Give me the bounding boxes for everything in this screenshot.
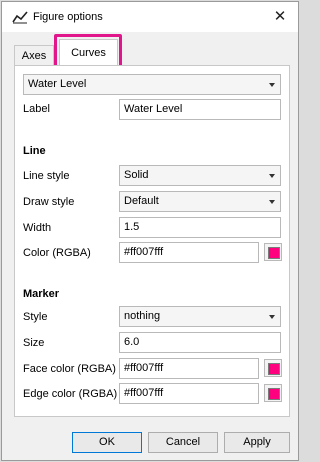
color-swatch bbox=[268, 247, 280, 259]
chevron-down-icon bbox=[269, 174, 275, 178]
marker-size-input[interactable]: 6.0 bbox=[119, 332, 281, 353]
figure-options-dialog: Figure options ✕ Axes Curves Water Level… bbox=[1, 1, 299, 461]
color-swatch bbox=[268, 388, 280, 400]
edge-color-input[interactable]: #ff007fff bbox=[119, 383, 259, 404]
edge-color-swatch-button[interactable] bbox=[264, 384, 282, 402]
label-input[interactable]: Water Level bbox=[119, 99, 281, 120]
draw-style-select[interactable]: Default bbox=[119, 191, 281, 212]
face-color-input[interactable]: #ff007fff bbox=[119, 358, 259, 379]
width-value: 1.5 bbox=[124, 221, 140, 233]
curves-panel: Water Level Label Water Level Line Line … bbox=[14, 65, 290, 417]
title-bar: Figure options ✕ bbox=[2, 2, 298, 32]
ok-button[interactable]: OK bbox=[72, 432, 142, 453]
draw-style-value: Default bbox=[124, 195, 159, 207]
line-color-label: Color (RGBA) bbox=[23, 247, 91, 259]
chevron-down-icon bbox=[269, 83, 275, 87]
width-input[interactable]: 1.5 bbox=[119, 217, 281, 238]
line-style-label: Line style bbox=[23, 170, 70, 182]
chart-line-icon bbox=[12, 11, 28, 24]
face-color-value: #ff007fff bbox=[124, 362, 164, 374]
draw-style-label: Draw style bbox=[23, 196, 75, 208]
close-icon: ✕ bbox=[273, 8, 287, 25]
edge-color-value: #ff007fff bbox=[124, 387, 164, 399]
edge-color-label: Edge color (RGBA) bbox=[23, 388, 118, 400]
marker-style-label: Style bbox=[23, 311, 48, 323]
label-input-value: Water Level bbox=[124, 103, 183, 115]
chevron-down-icon bbox=[269, 200, 275, 204]
marker-style-value: nothing bbox=[124, 310, 161, 322]
face-color-swatch-button[interactable] bbox=[264, 359, 282, 377]
apply-button[interactable]: Apply bbox=[224, 432, 290, 453]
label-field-label: Label bbox=[23, 103, 50, 115]
close-button[interactable]: ✕ bbox=[262, 2, 298, 32]
line-style-value: Solid bbox=[124, 169, 149, 181]
marker-size-label: Size bbox=[23, 337, 45, 349]
tab-curves-highlight bbox=[54, 34, 122, 68]
line-color-input[interactable]: #ff007fff bbox=[119, 242, 259, 263]
tab-axes[interactable]: Axes bbox=[14, 45, 54, 66]
line-color-value: #ff007fff bbox=[124, 246, 164, 258]
line-color-swatch-button[interactable] bbox=[264, 243, 282, 261]
marker-section-heading: Marker bbox=[23, 288, 60, 300]
width-label: Width bbox=[23, 222, 52, 234]
cancel-button[interactable]: Cancel bbox=[148, 432, 218, 453]
curve-selector-value: Water Level bbox=[28, 78, 87, 90]
chevron-down-icon bbox=[269, 315, 275, 319]
line-section-heading: Line bbox=[23, 145, 46, 157]
marker-size-value: 6.0 bbox=[124, 336, 140, 348]
window-title: Figure options bbox=[33, 11, 103, 23]
face-color-label: Face color (RGBA) bbox=[23, 363, 116, 375]
curve-selector[interactable]: Water Level bbox=[23, 74, 281, 95]
line-style-select[interactable]: Solid bbox=[119, 165, 281, 186]
marker-style-select[interactable]: nothing bbox=[119, 306, 281, 327]
color-swatch bbox=[268, 363, 280, 375]
